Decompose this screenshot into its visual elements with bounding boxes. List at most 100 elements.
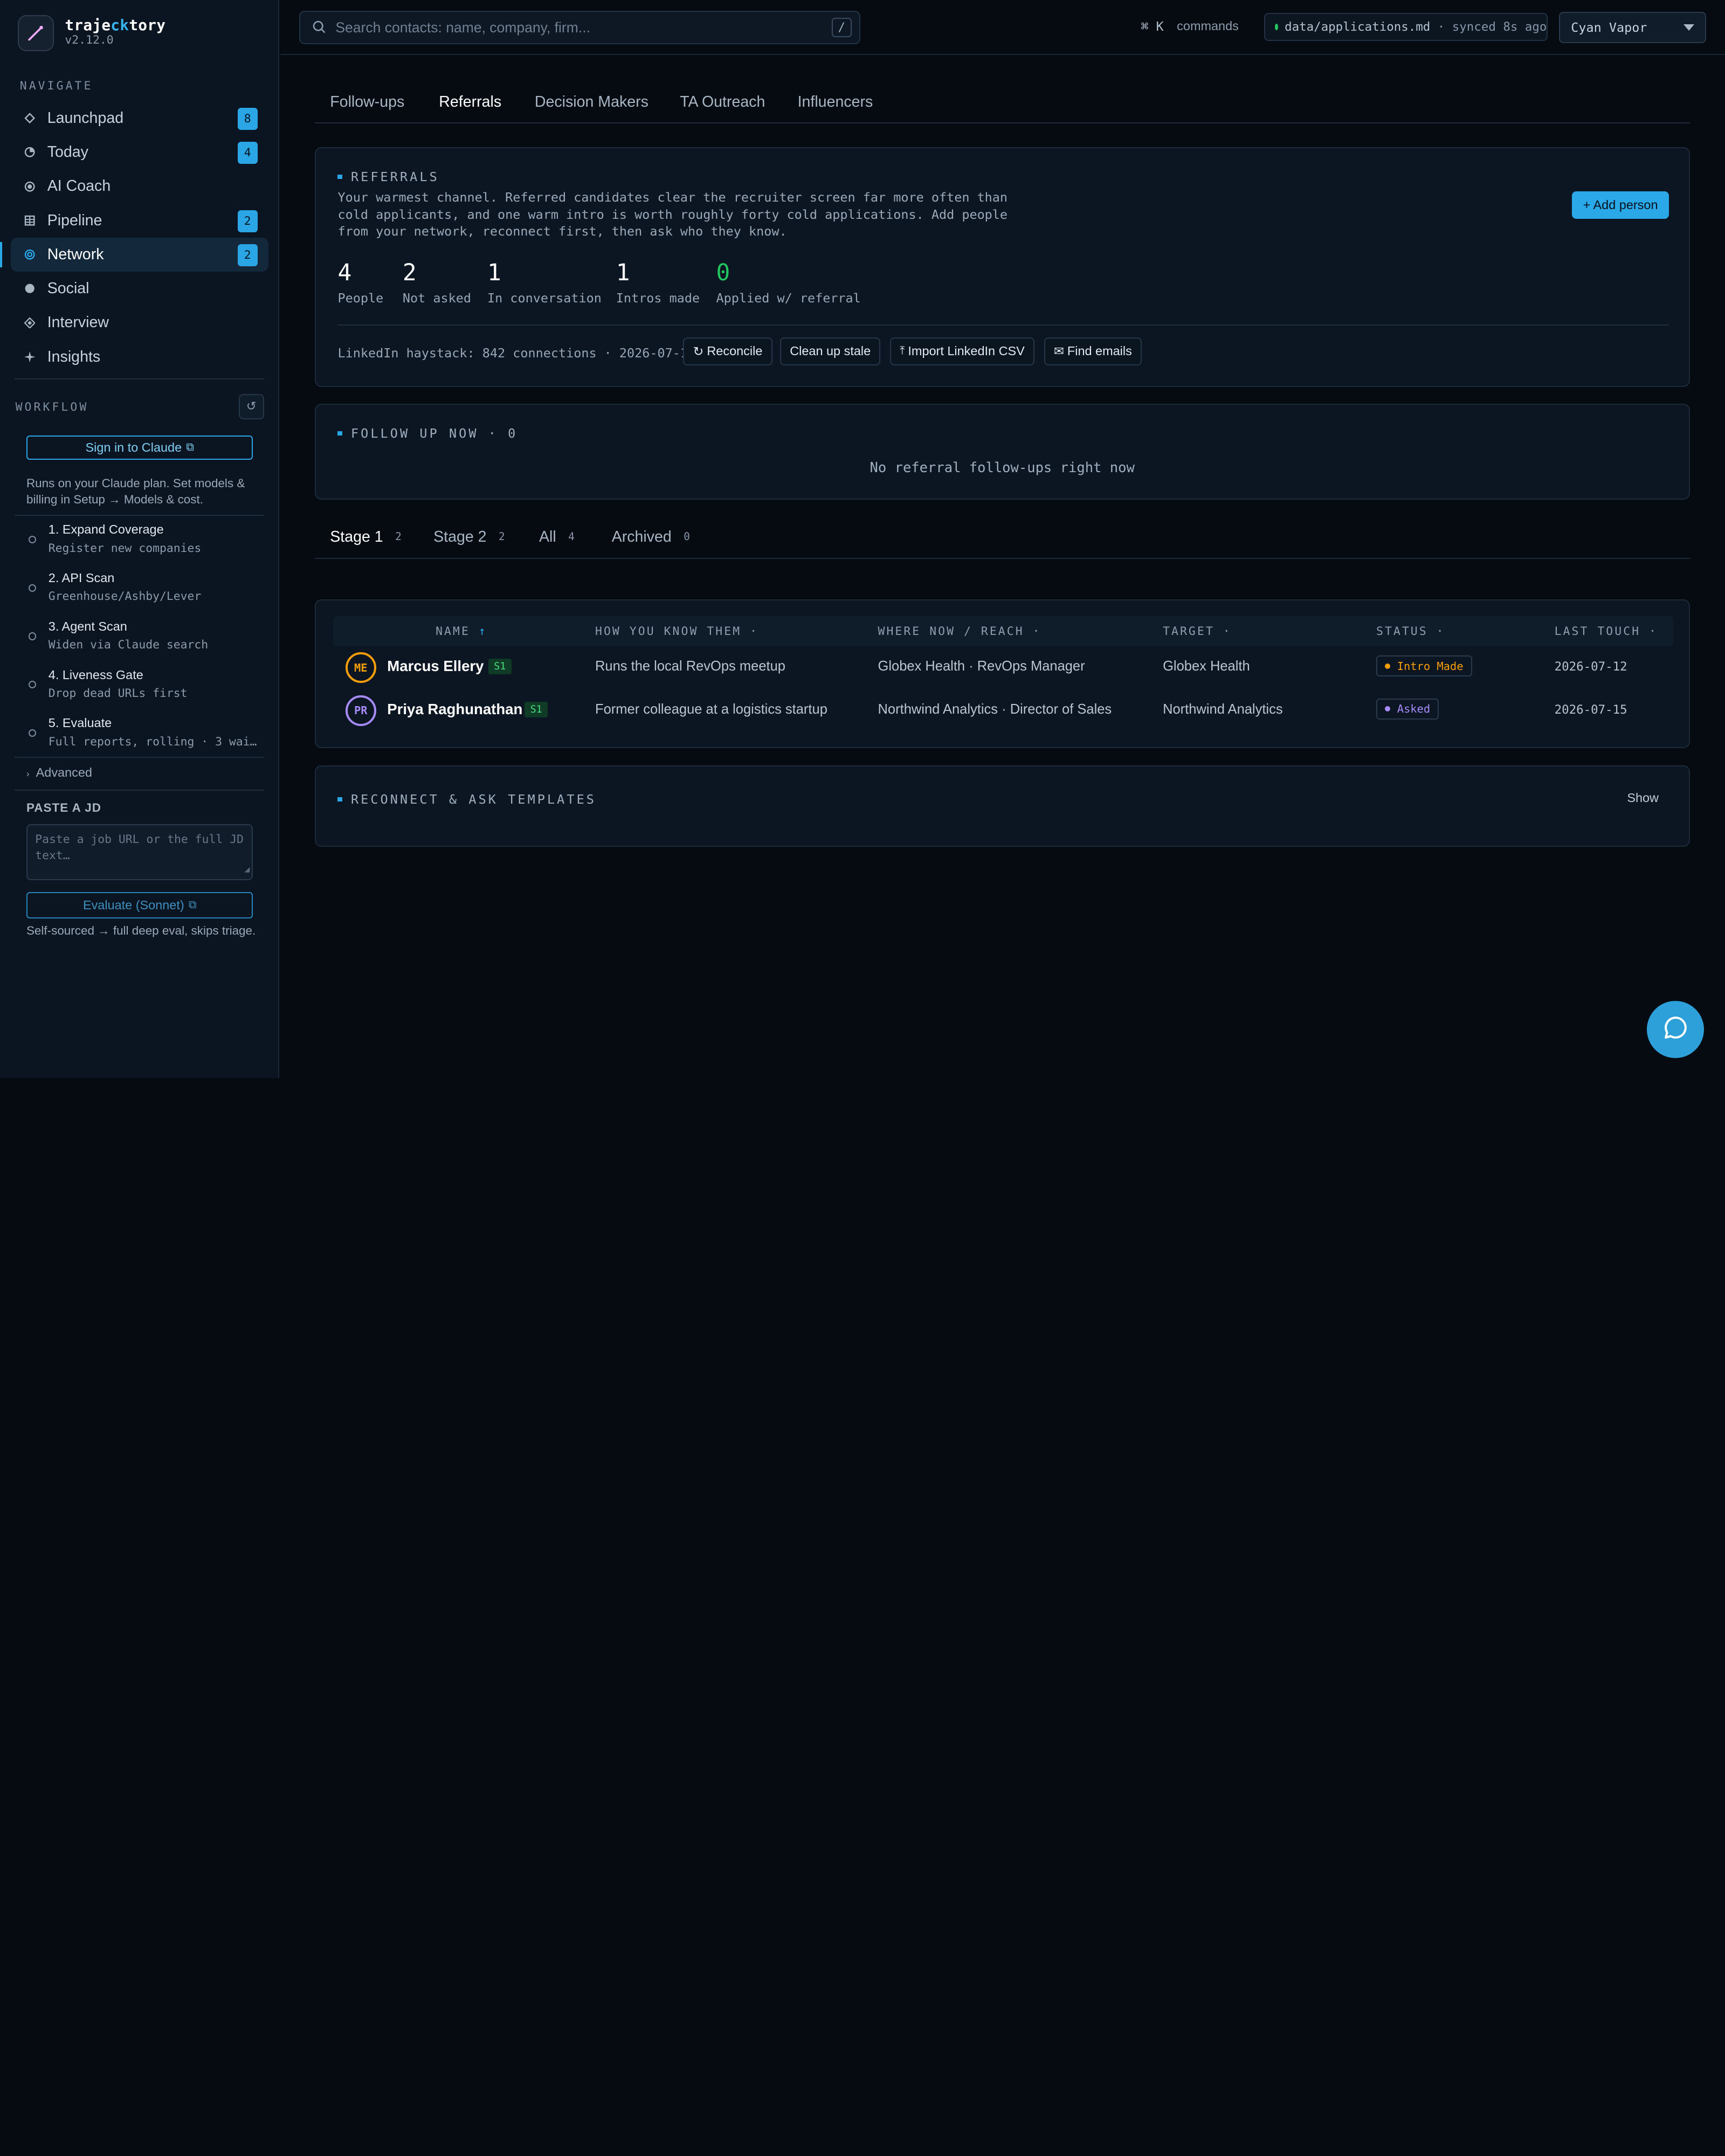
tab-ta-outreach[interactable]: TA Outreach: [680, 93, 765, 111]
diamond-outline-icon: [24, 113, 35, 124]
advanced-toggle[interactable]: › Advanced: [26, 765, 92, 780]
brand-name: trajecktory: [65, 18, 165, 33]
contact-name[interactable]: Priya Raghunathan: [387, 701, 522, 718]
workflow-step[interactable]: 4. Liveness Gate Drop dead URLs first: [16, 665, 264, 713]
table-row[interactable]: ME Marcus Ellery S1 Runs the local RevOp…: [333, 646, 1673, 689]
reset-icon[interactable]: ↺: [238, 393, 264, 419]
tab-label: Stage 2: [433, 528, 487, 545]
upload-icon: ⤒: [900, 345, 905, 357]
network-tabs: Follow-ups Referrals Decision Makers TA …: [314, 77, 1690, 123]
count-badge: 2: [237, 210, 258, 232]
brand[interactable]: trajecktory v2.12.0: [17, 15, 166, 52]
sign-in-claude-button[interactable]: Sign in to Claude ⧉: [26, 436, 253, 460]
how-you-know: Runs the local RevOps meetup: [595, 659, 785, 674]
brand-name-prefix: traje: [65, 16, 111, 34]
evaluate-button[interactable]: Evaluate (Sonnet) ⧉: [26, 892, 253, 919]
plan-note: Runs on your Claude plan. Set models & b…: [26, 476, 245, 507]
sidebar: trajecktory v2.12.0 NAVIGATE Launchpad 8…: [0, 0, 280, 1078]
stat-value: 0: [716, 259, 730, 286]
workflow-steps: 1. Expand Coverage Register new companie…: [16, 519, 264, 761]
sidebar-item-ai-coach[interactable]: AI Coach: [11, 169, 268, 203]
workflow-step[interactable]: 1. Expand Coverage Register new companie…: [16, 519, 264, 568]
step-subtitle: Register new companies: [48, 541, 202, 555]
workflow-step[interactable]: 3. Agent Scan Widen via Claude search: [16, 616, 264, 665]
tab-count: 4: [568, 530, 575, 543]
divider: [337, 324, 1669, 326]
tab-decision-makers[interactable]: Decision Makers: [535, 93, 648, 111]
chat-button[interactable]: [1647, 1001, 1705, 1059]
heading-marker: [337, 175, 342, 179]
sidebar-item-insights[interactable]: Insights: [11, 340, 268, 374]
paste-jd-label: PASTE A JD: [26, 800, 102, 814]
divider: [14, 790, 264, 791]
theme-select[interactable]: Cyan Vapor: [1558, 12, 1707, 43]
mail-icon: ✉: [1054, 344, 1064, 358]
status-badge[interactable]: Intro Made: [1376, 655, 1472, 677]
tab-count: 0: [684, 530, 690, 543]
column-header-name[interactable]: NAME ↑: [436, 625, 487, 638]
brand-text: trajecktory v2.12.0: [65, 18, 165, 49]
reconcile-button[interactable]: ↻ Reconcile: [683, 337, 772, 365]
step-status-icon: [29, 681, 37, 689]
count-badge: 8: [237, 107, 258, 130]
find-emails-button[interactable]: ✉ Find emails: [1044, 337, 1142, 365]
tab-stage-2[interactable]: Stage 2 2: [433, 528, 505, 546]
show-templates-button[interactable]: Show: [1627, 791, 1659, 805]
column-header-target[interactable]: TARGET ·: [1163, 625, 1232, 638]
sidebar-item-label: AI Coach: [47, 177, 111, 195]
where-now: Globex Health · RevOps Manager: [878, 659, 1085, 674]
command-palette-button[interactable]: ⌘ K commands: [1141, 19, 1239, 34]
external-link-icon: ⧉: [186, 441, 194, 454]
clean-up-stale-button[interactable]: Clean up stale: [779, 337, 881, 365]
column-header-where[interactable]: WHERE NOW / REACH ·: [878, 625, 1041, 638]
column-header-status[interactable]: STATUS ·: [1376, 625, 1445, 638]
find-emails-label: Find emails: [1067, 344, 1132, 358]
sidebar-item-label: Pipeline: [47, 211, 102, 229]
network-icon: [24, 249, 35, 260]
stat-value: 1: [616, 259, 630, 286]
status-badge[interactable]: Asked: [1376, 698, 1439, 720]
evaluate-label: Evaluate (Sonnet): [82, 898, 184, 913]
sidebar-item-today[interactable]: Today 4: [11, 135, 268, 169]
stage-tag: S1: [488, 659, 512, 674]
paste-jd-input[interactable]: Paste a job URL or the full JD text… ◢: [26, 824, 253, 880]
column-header-how[interactable]: HOW YOU KNOW THEM ·: [595, 625, 758, 638]
search-input[interactable]: Search contacts: name, company, firm... …: [299, 11, 860, 44]
stat-in-conversation: 1 In conversation: [487, 259, 602, 306]
tab-all[interactable]: All 4: [539, 528, 575, 546]
stat-value: 1: [487, 259, 501, 286]
tab-count: 2: [498, 530, 505, 543]
contact-name[interactable]: Marcus Ellery: [387, 658, 484, 675]
divider: [14, 757, 264, 758]
theme-value: Cyan Vapor: [1571, 20, 1647, 35]
tab-stage-1[interactable]: Stage 1 2: [330, 528, 402, 546]
status-dot-icon: [1385, 706, 1391, 712]
resize-handle-icon[interactable]: ◢: [244, 861, 250, 878]
tab-archived[interactable]: Archived 0: [612, 528, 690, 546]
add-person-button[interactable]: + Add person: [1572, 191, 1669, 219]
sidebar-item-social[interactable]: Social: [11, 272, 268, 306]
stat-not-asked: 2 Not asked: [403, 259, 471, 306]
workflow-step[interactable]: 2. API Scan Greenhouse/Ashby/Lever: [16, 568, 264, 616]
status-dot-icon: [1385, 663, 1391, 669]
brand-name-suffix: tory: [129, 16, 166, 34]
target-icon: [24, 181, 35, 192]
search-shortcut: /: [831, 17, 852, 38]
tab-referrals[interactable]: Referrals: [439, 93, 501, 111]
sidebar-item-launchpad[interactable]: Launchpad 8: [11, 101, 268, 135]
heading-marker: [337, 797, 342, 802]
avatar: ME: [345, 652, 376, 683]
sidebar-item-interview[interactable]: Interview: [11, 306, 268, 340]
workflow-step[interactable]: 5. Evaluate Full reports, rolling · 3 wa…: [16, 713, 264, 761]
sidebar-item-network[interactable]: Network 2: [0, 237, 268, 272]
sidebar-item-pipeline[interactable]: Pipeline 2: [11, 204, 268, 238]
tab-follow-ups[interactable]: Follow-ups: [330, 93, 404, 111]
step-title: 5. Evaluate: [48, 716, 112, 730]
import-linkedin-csv-button[interactable]: ⤒ Import LinkedIn CSV: [889, 337, 1035, 365]
tab-influencers[interactable]: Influencers: [798, 93, 873, 111]
tab-count: 2: [395, 530, 402, 543]
column-header-last-touch[interactable]: LAST TOUCH ·: [1555, 625, 1658, 638]
step-status-icon: [29, 584, 37, 592]
table-row[interactable]: PR Priya Raghunathan S1 Former colleague…: [333, 688, 1673, 731]
sidebar-item-label: Social: [47, 280, 89, 298]
